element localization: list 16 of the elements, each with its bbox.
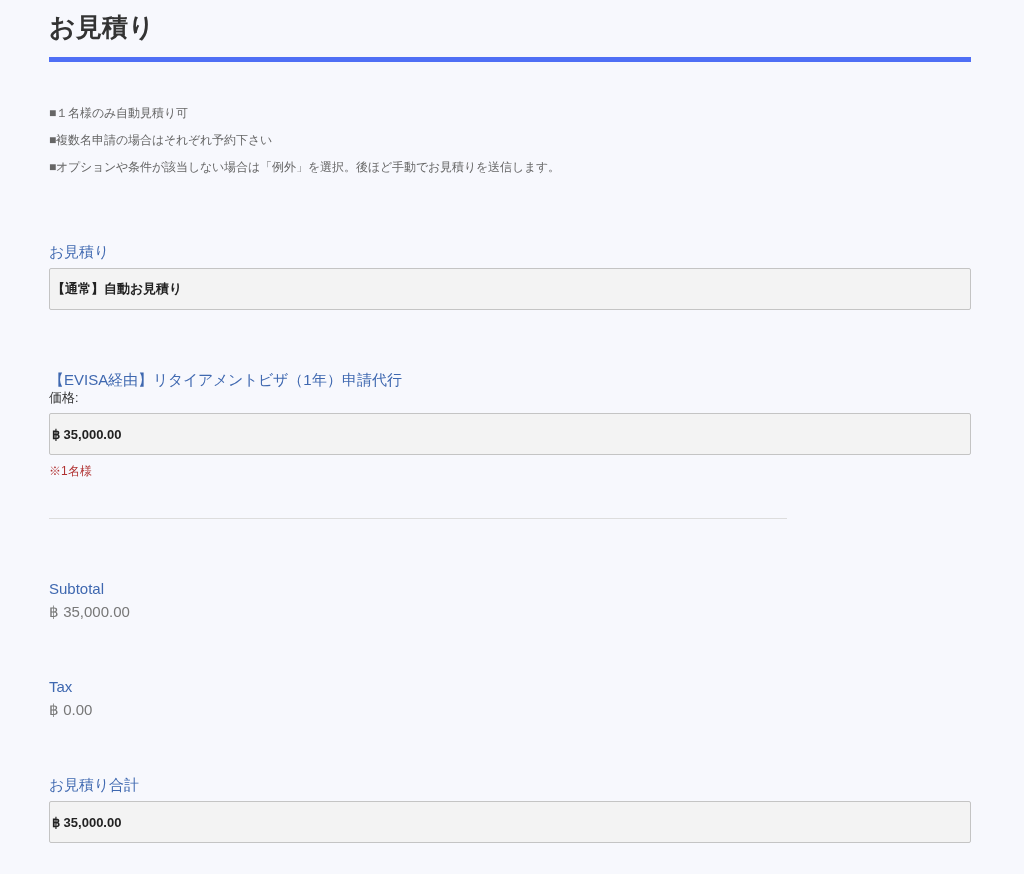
- field-label: お見積り合計: [49, 775, 139, 795]
- total-field[interactable]: ฿ 35,000.00: [49, 801, 971, 843]
- notice-text: ■複数名申請の場合はそれぞれ予約下さい: [49, 132, 273, 149]
- notice-text: ■１名様のみ自動見積り可: [49, 105, 189, 122]
- price-field[interactable]: ฿ 35,000.00: [49, 413, 971, 455]
- summary-label: Tax: [49, 677, 74, 697]
- quantity-note: ※1名様: [49, 463, 92, 480]
- price-label: 価格:: [49, 390, 80, 407]
- summary-value: ฿ 0.00: [49, 701, 93, 719]
- field-label: お見積り: [49, 242, 109, 262]
- product-title: 【EVISA経由】リタイアメントビザ（1年）申請代行: [49, 370, 402, 390]
- quote-type-select[interactable]: 【通常】自動お見積り: [49, 268, 971, 310]
- page-title: お見積り: [49, 11, 155, 44]
- summary-label: Subtotal: [49, 579, 106, 599]
- summary-value: ฿ 35,000.00: [49, 603, 130, 621]
- notice-text: ■オプションや条件が該当しない場合は「例外」を選択。後ほど手動でお見積りを送信します。: [49, 159, 561, 176]
